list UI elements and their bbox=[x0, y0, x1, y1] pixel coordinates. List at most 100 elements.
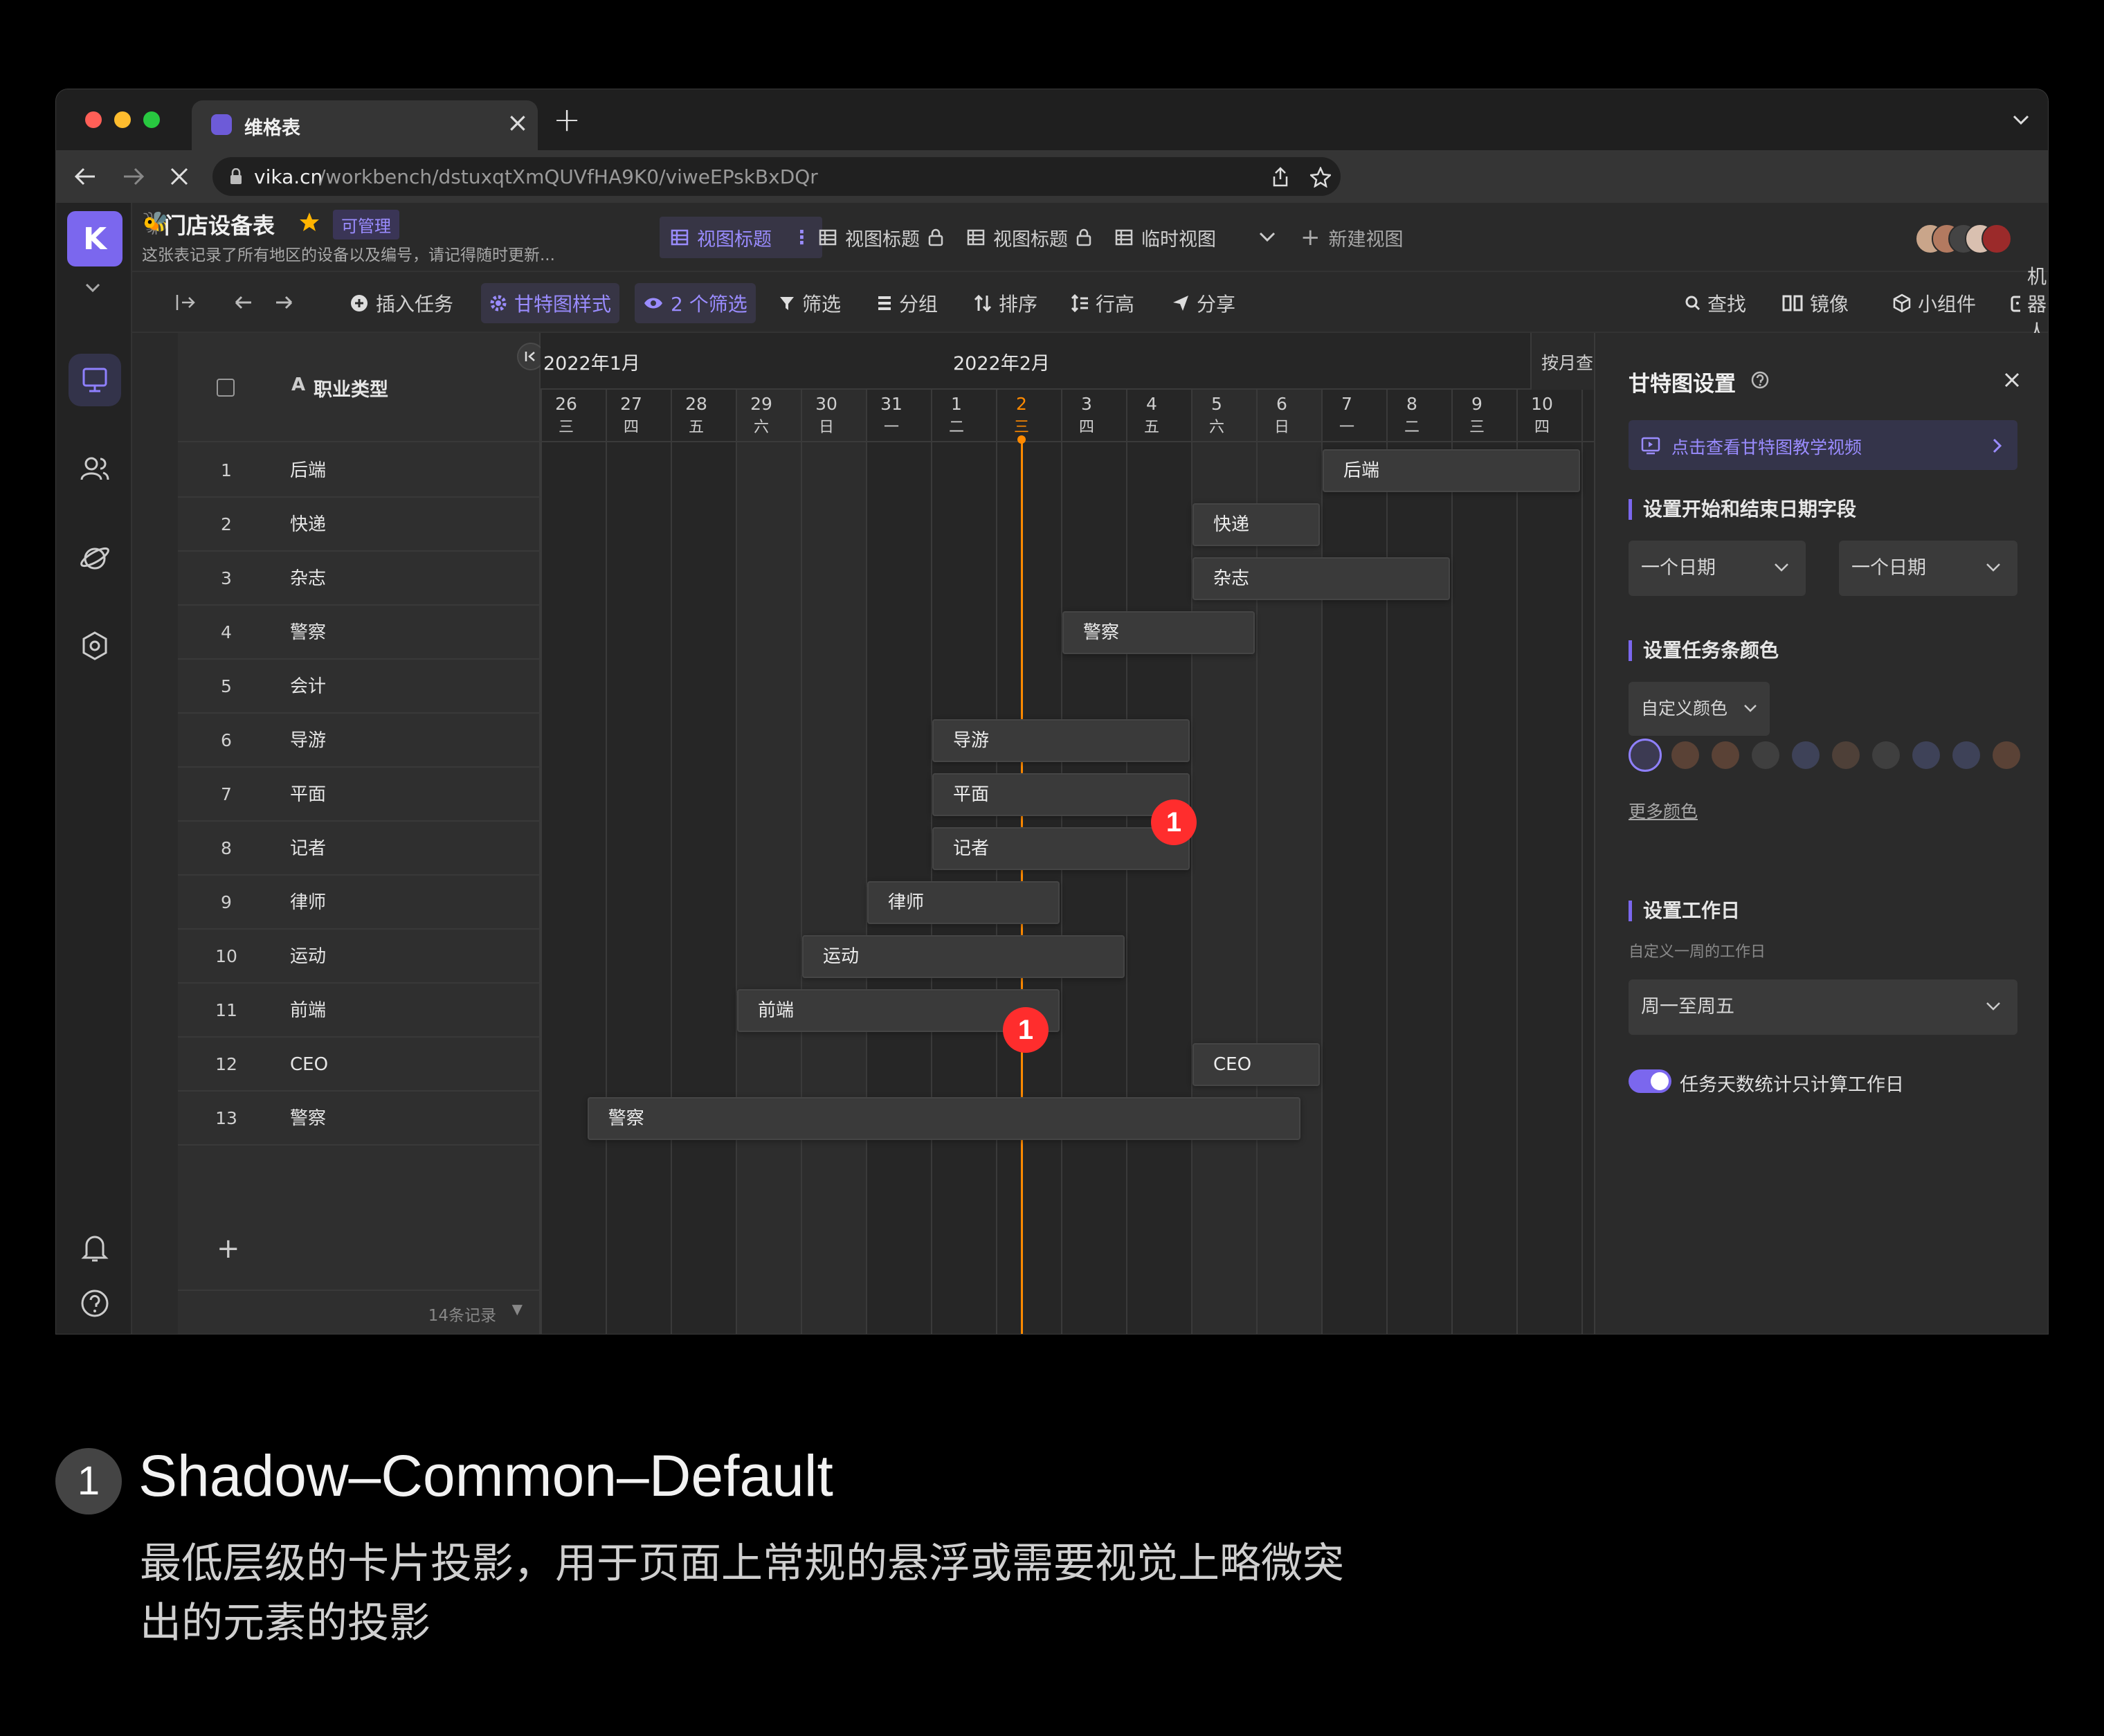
task-bar[interactable]: 律师 bbox=[867, 881, 1060, 924]
task-bar[interactable]: 后端 bbox=[1323, 449, 1580, 492]
task-bar[interactable]: 杂志 bbox=[1192, 557, 1450, 600]
filter-button[interactable]: 筛选 bbox=[770, 283, 849, 323]
close-tab-icon[interactable]: × bbox=[507, 107, 529, 138]
tab-list-chevron-icon[interactable] bbox=[2012, 114, 2030, 127]
task-bar[interactable]: CEO bbox=[1192, 1043, 1320, 1086]
row-title[interactable]: 前端 bbox=[290, 984, 326, 1038]
color-swatch[interactable] bbox=[1671, 741, 1699, 769]
back-icon[interactable] bbox=[74, 167, 96, 186]
view-tab-3[interactable]: 视图标题 bbox=[956, 217, 1103, 258]
mirror-button[interactable]: 镜像 bbox=[1774, 283, 1857, 323]
select-all-checkbox[interactable] bbox=[217, 379, 235, 397]
favorite-star-icon[interactable] bbox=[298, 211, 320, 233]
row-height-button[interactable]: 行高 bbox=[1062, 283, 1143, 323]
color-swatch[interactable] bbox=[1872, 741, 1900, 769]
color-swatch[interactable] bbox=[1712, 741, 1739, 769]
more-colors-link[interactable]: 更多颜色 bbox=[1629, 798, 1698, 823]
collapse-sidebar-icon[interactable] bbox=[175, 293, 196, 312]
close-window-button[interactable] bbox=[85, 111, 102, 128]
table-row[interactable]: 7 平面 bbox=[178, 768, 541, 822]
tutorial-video-link[interactable]: 点击查看甘特图教学视频 bbox=[1629, 420, 2017, 470]
task-bar[interactable]: 警察 bbox=[587, 1097, 1300, 1140]
row-title[interactable]: 运动 bbox=[290, 930, 326, 984]
row-title[interactable]: 后端 bbox=[290, 444, 326, 498]
gantt-style-button[interactable]: 甘特图样式 bbox=[481, 283, 620, 323]
forward-icon[interactable] bbox=[123, 167, 145, 186]
color-swatch[interactable] bbox=[1832, 741, 1860, 769]
search-button[interactable]: 查找 bbox=[1677, 283, 1754, 323]
maximize-window-button[interactable] bbox=[143, 111, 160, 128]
nav-templates-icon[interactable] bbox=[69, 531, 121, 584]
table-row[interactable]: 10 运动 bbox=[178, 930, 541, 984]
table-row[interactable]: 11 前端 bbox=[178, 984, 541, 1038]
row-title[interactable]: 记者 bbox=[290, 822, 326, 876]
table-row[interactable]: 13 警察 bbox=[178, 1092, 541, 1146]
table-row[interactable]: 4 警察 bbox=[178, 606, 541, 660]
row-title[interactable]: CEO bbox=[290, 1038, 328, 1092]
task-bar[interactable]: 导游 bbox=[932, 719, 1190, 762]
collaborator-avatars[interactable] bbox=[1915, 224, 2012, 254]
new-tab-button[interactable]: + bbox=[553, 100, 581, 139]
help-circle-icon[interactable] bbox=[1750, 370, 1770, 390]
sheet-title[interactable]: 门店设备表 bbox=[164, 208, 275, 240]
row-title[interactable]: 快递 bbox=[290, 498, 326, 552]
table-row[interactable]: 12 CEO bbox=[178, 1038, 541, 1092]
task-bar[interactable]: 记者 bbox=[932, 827, 1190, 870]
vika-logo[interactable]: K bbox=[67, 211, 123, 266]
view-tab-4[interactable]: 临时视图 bbox=[1104, 217, 1227, 258]
share-page-icon[interactable] bbox=[1271, 167, 1289, 188]
minimize-window-button[interactable] bbox=[114, 111, 131, 128]
start-date-select[interactable]: 一个日期 bbox=[1629, 541, 1806, 596]
row-title[interactable]: 平面 bbox=[290, 768, 326, 822]
task-bar[interactable]: 警察 bbox=[1062, 611, 1255, 654]
space-switch-chevron-icon[interactable] bbox=[85, 283, 100, 293]
notification-bell-icon[interactable] bbox=[69, 1222, 121, 1274]
task-bar[interactable]: 快递 bbox=[1192, 503, 1320, 546]
table-row[interactable]: 9 律师 bbox=[178, 876, 541, 930]
table-row[interactable]: 2 快递 bbox=[178, 498, 541, 552]
color-swatch[interactable] bbox=[1952, 741, 1980, 769]
row-title[interactable]: 杂志 bbox=[290, 552, 326, 606]
row-title[interactable]: 会计 bbox=[290, 660, 326, 714]
workday-select[interactable]: 周一至周五 bbox=[1629, 979, 2017, 1035]
color-swatch[interactable] bbox=[1993, 741, 2020, 769]
widget-button[interactable]: 小组件 bbox=[1885, 283, 1984, 323]
sheet-description[interactable]: 这张表记录了所有地区的设备以及编号，请记得随时更新... bbox=[142, 242, 555, 265]
add-row-button[interactable]: + bbox=[217, 1233, 240, 1265]
robot-button[interactable]: 机器人 bbox=[2002, 265, 2048, 343]
nav-members-icon[interactable] bbox=[69, 442, 121, 495]
close-panel-icon[interactable] bbox=[2004, 372, 2020, 388]
nav-workbench-icon[interactable] bbox=[69, 354, 121, 406]
undo-icon[interactable] bbox=[233, 294, 253, 311]
end-date-select[interactable]: 一个日期 bbox=[1839, 541, 2017, 596]
row-title[interactable]: 律师 bbox=[290, 876, 326, 930]
table-row[interactable]: 1 后端 bbox=[178, 444, 541, 498]
nav-settings-icon[interactable] bbox=[69, 620, 121, 672]
sort-button[interactable]: 排序 bbox=[965, 283, 1046, 323]
address-bar[interactable]: vika.cn /workbench/dstuxqtXmQUVfHA9K0/vi… bbox=[212, 157, 1341, 196]
insert-task-button[interactable]: 插入任务 bbox=[341, 283, 462, 323]
color-swatch[interactable] bbox=[1629, 739, 1662, 772]
group-button[interactable]: 分组 bbox=[869, 283, 946, 323]
active-filters-button[interactable]: 2 个筛选 bbox=[635, 283, 756, 323]
browser-tab[interactable]: 维格表 × bbox=[192, 100, 538, 150]
record-count-dropdown-icon[interactable]: ▼ bbox=[512, 1301, 523, 1317]
field-header[interactable]: 职业类型 bbox=[314, 374, 388, 401]
color-swatch[interactable] bbox=[1912, 741, 1940, 769]
row-title[interactable]: 警察 bbox=[290, 1092, 326, 1146]
more-views-chevron-icon[interactable] bbox=[1259, 232, 1276, 243]
table-row[interactable]: 6 导游 bbox=[178, 714, 541, 768]
view-tab-1[interactable]: 视图标题 ⋮ bbox=[660, 217, 822, 258]
view-tab-2[interactable]: 视图标题 bbox=[808, 217, 954, 258]
task-bar[interactable]: 平面 bbox=[932, 773, 1190, 816]
bookmark-star-icon[interactable] bbox=[1310, 167, 1331, 188]
task-bar[interactable]: 运动 bbox=[802, 935, 1125, 978]
color-swatch[interactable] bbox=[1792, 741, 1820, 769]
row-title[interactable]: 警察 bbox=[290, 606, 326, 660]
help-icon[interactable] bbox=[69, 1277, 121, 1330]
table-row[interactable]: 8 记者 bbox=[178, 822, 541, 876]
color-swatch[interactable] bbox=[1752, 741, 1779, 769]
share-button[interactable]: 分享 bbox=[1163, 283, 1244, 323]
stop-loading-icon[interactable] bbox=[170, 167, 189, 186]
table-row[interactable]: 3 杂志 bbox=[178, 552, 541, 606]
